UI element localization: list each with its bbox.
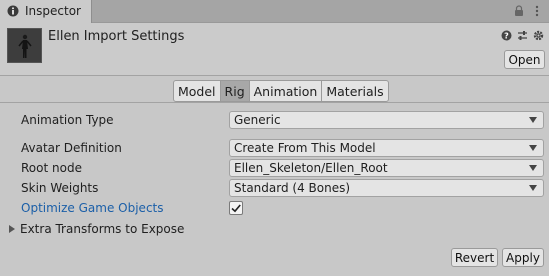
model-thumbnail [7, 28, 42, 63]
avatar-definition-dropdown[interactable]: Create From This Model [229, 139, 544, 157]
tab-rig[interactable]: Rig [219, 80, 250, 102]
skin-weights-label: Skin Weights [21, 181, 99, 195]
tab-model[interactable]: Model [173, 80, 221, 102]
preset-sliders-icon[interactable] [516, 29, 528, 41]
extra-transforms-foldout[interactable]: Extra Transforms to Expose [9, 222, 184, 236]
lock-icon[interactable] [513, 4, 525, 18]
root-node-dropdown[interactable]: Ellen_Skeleton/Ellen_Root [229, 159, 544, 177]
tabs-divider [0, 102, 549, 103]
svg-text:?: ? [504, 31, 509, 40]
animation-type-value: Generic [234, 113, 281, 127]
avatar-definition-label: Avatar Definition [21, 141, 122, 155]
tab-materials[interactable]: Materials [321, 80, 389, 102]
animation-type-label: Animation Type [21, 113, 114, 127]
inspector-tab[interactable]: Inspector [0, 0, 92, 23]
skin-weights-dropdown[interactable]: Standard (4 Bones) [229, 179, 544, 197]
import-settings-header: Ellen Import Settings ? Open [0, 23, 549, 75]
header-divider [0, 75, 549, 76]
avatar-definition-value: Create From This Model [234, 141, 376, 155]
skin-weights-value: Standard (4 Bones) [234, 181, 351, 195]
checkmark-icon [231, 204, 241, 213]
root-node-value: Ellen_Skeleton/Ellen_Root [234, 161, 388, 175]
extra-transforms-label: Extra Transforms to Expose [20, 222, 185, 236]
character-preview-icon [8, 29, 41, 62]
tab-animation[interactable]: Animation [248, 80, 323, 102]
open-button[interactable]: Open [504, 50, 545, 69]
menu-dots-icon[interactable] [531, 4, 543, 18]
revert-button[interactable]: Revert [451, 248, 498, 267]
info-icon [7, 5, 19, 17]
chevron-down-icon [529, 165, 537, 171]
window-tab-bar: Inspector [0, 0, 549, 23]
inspector-window: Inspector Ellen Import Settings ? Open M… [0, 0, 549, 276]
page-title: Ellen Import Settings [48, 29, 185, 44]
chevron-down-icon [529, 117, 537, 123]
import-tabs: Model Rig Animation Materials [173, 80, 389, 102]
root-node-label: Root node [21, 161, 82, 175]
chevron-down-icon [529, 185, 537, 191]
optimize-game-objects-label: Optimize Game Objects [21, 201, 164, 215]
apply-button[interactable]: Apply [502, 248, 544, 267]
animation-type-dropdown[interactable]: Generic [229, 111, 544, 129]
chevron-right-icon [9, 225, 15, 233]
optimize-game-objects-checkbox[interactable] [229, 201, 243, 215]
chevron-down-icon [529, 145, 537, 151]
gear-icon[interactable] [532, 29, 544, 41]
inspector-tab-label: Inspector [25, 4, 81, 18]
help-icon[interactable]: ? [500, 29, 512, 41]
